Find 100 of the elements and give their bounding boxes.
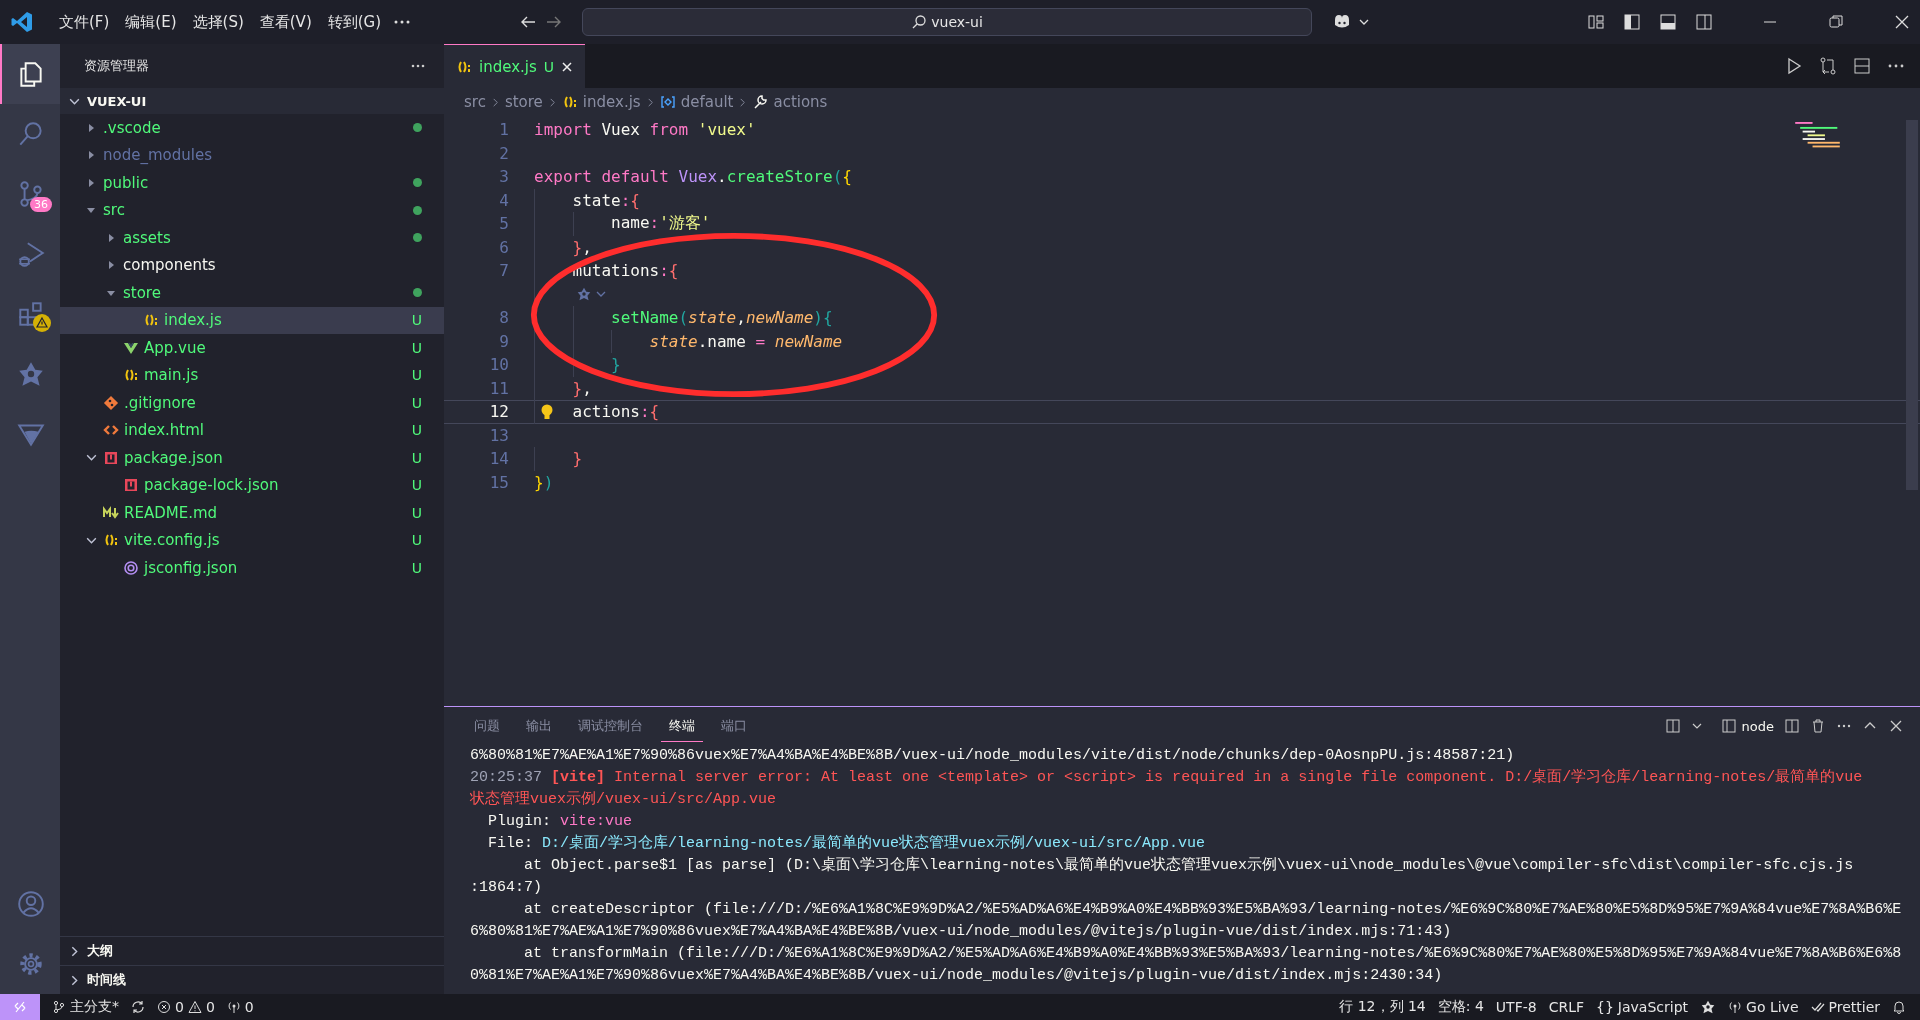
code-line: setName(state,newName){ (611, 308, 833, 328)
compare-changes-icon[interactable] (1818, 56, 1838, 76)
file-tree-item[interactable]: README.md U (60, 499, 444, 527)
file-tree-item[interactable]: store (60, 279, 444, 307)
broadcast-icon (1728, 1000, 1743, 1014)
terminal-line: at Object.parse$1 [as parse] (D:\桌面\学习仓库\learning-notes\最简单的vue状态管理vuex示例\vuex-ui\node_modules\@vue\compiler-sfc\dist\compiler-sfc.cjs.js (523, 855, 1855, 876)
bell-icon[interactable] (1892, 1000, 1906, 1014)
breadcrumb-item[interactable]: actions (773, 93, 828, 111)
file-tree-item[interactable]: vite.config.js U (60, 526, 444, 554)
git-status: U (411, 339, 422, 356)
section-title: 时间线 (87, 971, 126, 989)
language-status[interactable]: {} JavaScript (1596, 999, 1689, 1015)
status-item[interactable]: 空格: 4 (1437, 998, 1484, 1016)
lightbulb-icon[interactable] (540, 402, 554, 421)
account-icon (16, 889, 46, 919)
close-icon[interactable] (1888, 718, 1904, 734)
terminal-line: Plugin: vite:vue (487, 812, 634, 832)
activity-tab[interactable] (0, 44, 60, 104)
ports-status[interactable]: 0 (226, 999, 254, 1015)
line-number: 3 (499, 167, 509, 187)
terminal-line: 6%80%81%E7%AE%A1%E7%90%86vuex%E7%A4%BA%E4%BE%8B/vuex-ui/node_modules/vite/dist/node/chunks/dep-0AosnpPU.js:48587:21) (470, 746, 1516, 766)
file-tree-item[interactable]: package.json U (60, 444, 444, 472)
app-logo-icon (10, 10, 34, 34)
split-editor-icon[interactable] (1852, 56, 1872, 76)
terminal-line: File: D:/桌面/学习仓库/learning-notes/最简单的vue状态管理vuex示例/vuex-ui/src/App.vue (487, 833, 1207, 854)
file-name: package.json (124, 448, 224, 467)
file-name: .vscode (103, 118, 162, 137)
problems-status[interactable]: 0 0 (157, 999, 215, 1015)
close-icon[interactable] (561, 60, 574, 73)
file-tree-item[interactable]: src (60, 196, 444, 224)
split-layout-icon[interactable] (1694, 12, 1714, 32)
file-tree-item[interactable]: index.js U (60, 306, 444, 334)
menu-item[interactable]: 选择(S) (187, 8, 249, 36)
file-tree-item[interactable]: .vscode (60, 114, 444, 142)
sidebar-title: 资源管理器 (84, 57, 150, 75)
search-field[interactable]: vuex-ui (582, 8, 1313, 36)
file-name: .gitignore (124, 393, 197, 412)
file-tree-item[interactable]: App.vue U (60, 334, 444, 362)
sidebar-toggle-icon[interactable] (1622, 12, 1642, 32)
code-line: }, (572, 237, 592, 257)
layout-icon[interactable] (1586, 12, 1606, 32)
status-item[interactable]: 行 12，列 14 (1339, 998, 1426, 1016)
panel-toggle-icon[interactable] (1658, 12, 1678, 32)
code-line: }, (572, 378, 592, 398)
file-tree-item[interactable]: .gitignore U (60, 389, 444, 417)
count-badge: 36 (30, 197, 52, 212)
code-line: } (572, 449, 583, 469)
menu-item[interactable]: 查看(V) (254, 8, 317, 36)
file-tree-item[interactable]: assets (60, 224, 444, 252)
menu-item[interactable]: 文件(F) (54, 8, 115, 36)
remote-icon (14, 1001, 26, 1013)
file-tree-item[interactable]: jsconfig.json U (60, 554, 444, 582)
menu-item[interactable]: 编辑(E) (120, 8, 182, 36)
chevron-right-icon (547, 97, 557, 107)
breadcrumb-item[interactable]: store (504, 93, 543, 111)
menu-item[interactable]: 转到(G) (322, 8, 387, 36)
split-terminal-icon[interactable] (1664, 718, 1681, 734)
terminal-selector[interactable]: node (1720, 718, 1774, 734)
status-item[interactable]: CRLF (1548, 999, 1585, 1015)
editor-tab[interactable]: index.js U (444, 44, 586, 88)
branch-icon (52, 1000, 66, 1014)
workspace-header[interactable]: VUEX-UI (60, 88, 444, 114)
panel-tab[interactable]: 问题 (466, 710, 508, 742)
trash-icon[interactable] (1810, 718, 1826, 734)
panel-tab[interactable]: 调试控制台 (570, 710, 651, 742)
scrollbar[interactable] (1906, 120, 1918, 490)
breadcrumb-item[interactable]: src (464, 93, 486, 111)
file-tree-item[interactable]: package-lock.json U (60, 471, 444, 499)
error-icon (157, 1000, 171, 1014)
terminal-line: 20:25:37 [vite] Internal server error: At least one <template> or <script> is required in a single file component. D:/桌面/学习仓库/learning-notes/最简单的vue (470, 767, 1864, 788)
file-tree-item[interactable]: main.js U (60, 361, 444, 389)
terminal-line: 0%81%E7%AE%A1%E7%90%86vuex%E7%A4%BA%E4%BE%8B/vuex-ui/node_modules/@vitejs/plugin-vue/dist/index.mjs:2430:34) (470, 966, 1444, 986)
panel-tab[interactable]: 输出 (518, 710, 560, 742)
braces-glyph: {} (1596, 999, 1614, 1015)
section-header[interactable]: 大纲 (60, 936, 444, 965)
sync-icon[interactable] (131, 1000, 145, 1014)
warning-count: 0 (205, 999, 215, 1015)
file-tree-item[interactable]: components (60, 251, 444, 279)
panel-tab[interactable]: 端口 (713, 710, 755, 742)
git-status: U (411, 312, 422, 329)
file-name: package-lock.json (144, 476, 280, 495)
branch-status[interactable]: 主分支* (52, 998, 119, 1016)
breadcrumb-item[interactable]: index.js (582, 93, 641, 111)
prettier-status[interactable]: Prettier (1810, 999, 1880, 1015)
pinwheel-icon[interactable] (1700, 999, 1717, 1015)
git-status: U (411, 477, 422, 494)
git-status: U (543, 58, 555, 75)
line-number: 13 (489, 425, 509, 445)
go-live-button[interactable]: Go Live (1728, 999, 1799, 1015)
code-line: import Vuex from 'vuex' (534, 120, 756, 140)
code-line: }) (534, 472, 554, 492)
file-tree-item[interactable]: public (60, 169, 444, 197)
ring-file-icon (123, 559, 139, 576)
split-icon[interactable] (1784, 718, 1800, 734)
line-number: 10 (489, 355, 509, 375)
breadcrumb-item[interactable]: default (680, 93, 734, 111)
module-icon (659, 94, 676, 110)
file-tree-item[interactable]: index.html U (60, 416, 444, 444)
panel-tab[interactable]: 终端 (661, 710, 703, 742)
status-item[interactable]: UTF-8 (1495, 999, 1537, 1015)
